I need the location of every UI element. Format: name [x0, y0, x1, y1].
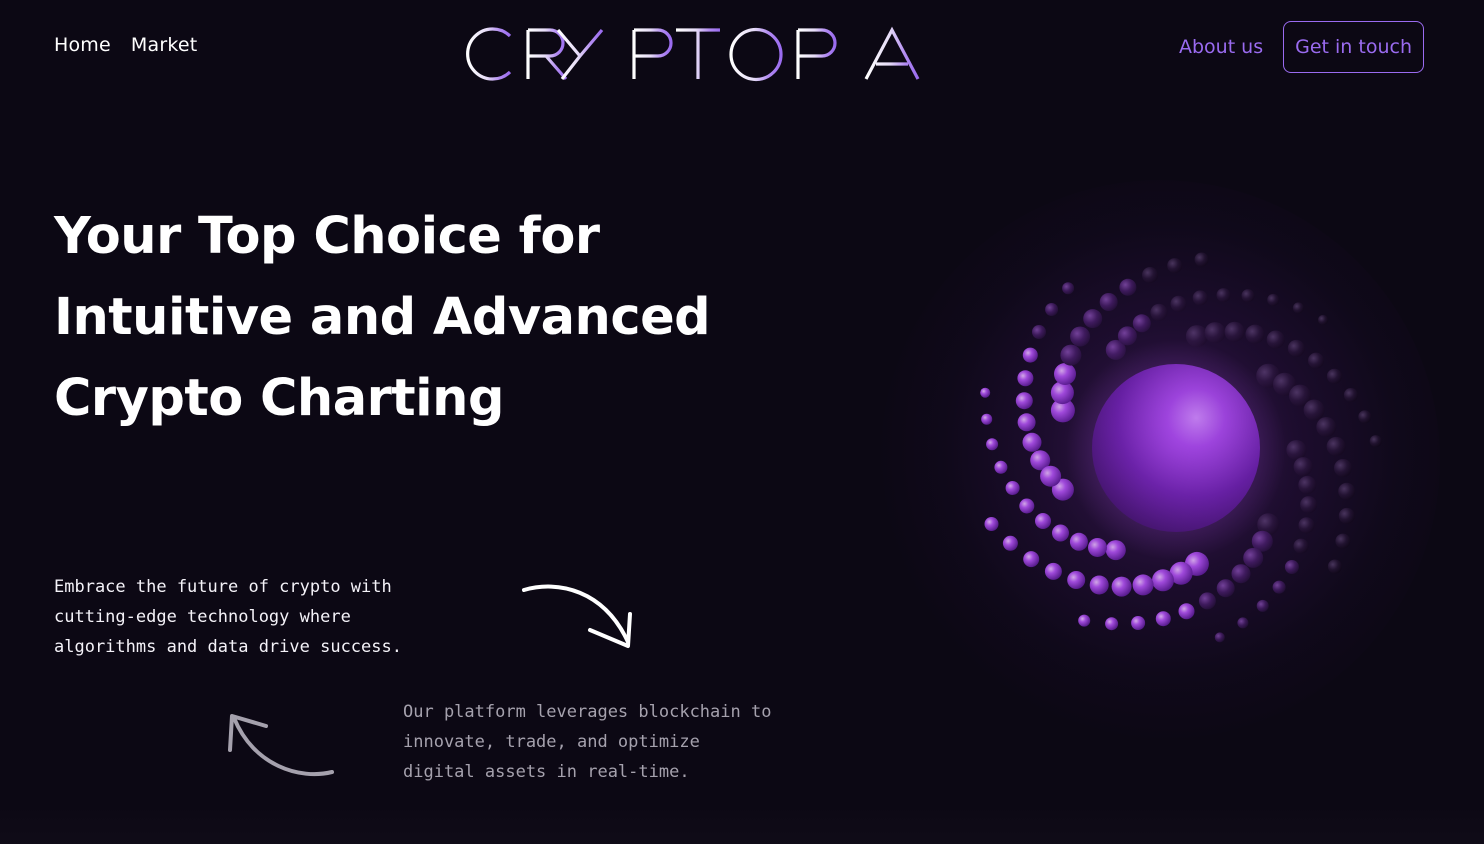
bottom-fade: [0, 804, 1484, 844]
platform-line: innovate, trade, and optimize: [403, 732, 700, 752]
intro-paragraph: Embrace the future of crypto with cuttin…: [54, 572, 474, 662]
nav-home-link[interactable]: Home: [54, 34, 111, 56]
curved-arrow-up-left-icon: [220, 704, 342, 784]
nav-market-link[interactable]: Market: [131, 34, 198, 56]
intro-line: algorithms and data drive success.: [54, 637, 402, 657]
header-actions: About us Get in touch: [1179, 21, 1424, 73]
get-in-touch-button[interactable]: Get in touch: [1283, 21, 1424, 73]
intro-line: cutting-edge technology where: [54, 607, 351, 627]
hero-orb-illustration: [880, 180, 1440, 740]
orb-glow: [880, 180, 1440, 740]
platform-line: digital assets in real-time.: [403, 762, 690, 782]
main-nav: Home Market: [54, 34, 197, 56]
cryptopia-logo[interactable]: [458, 20, 928, 86]
hero-title-line: Intuitive and Advanced: [54, 288, 711, 347]
about-us-link[interactable]: About us: [1179, 36, 1263, 58]
hero-title-line: Crypto Charting: [54, 369, 504, 428]
platform-line: Our platform leverages blockchain to: [403, 702, 772, 722]
intro-line: Embrace the future of crypto with: [54, 577, 392, 597]
curved-arrow-down-right-icon: [518, 578, 640, 656]
platform-paragraph: Our platform leverages blockchain to inn…: [403, 697, 833, 787]
hero-title-line: Your Top Choice for: [54, 207, 600, 266]
hero-title: Your Top Choice for Intuitive and Advanc…: [54, 196, 774, 439]
